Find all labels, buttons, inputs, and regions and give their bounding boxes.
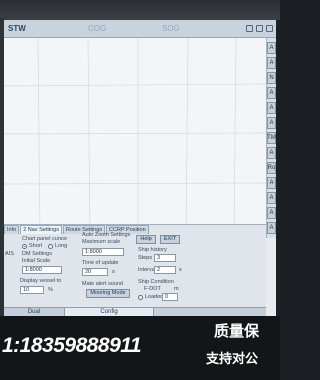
status-icons [240,25,273,32]
time-update-unit: s [112,269,115,275]
toolbar-button[interactable]: A [267,87,276,99]
cursor-short-label: Short [29,243,43,249]
loaded-input[interactable]: 0 [162,293,178,301]
settings-panel: Info 2 Nav Settings Route Settings CCRP … [4,224,266,316]
grid-line [4,83,266,87]
help-button[interactable]: Help [136,235,156,244]
grid-line [87,38,91,236]
ais-label: AIS [5,251,14,257]
draft-unit: m [174,286,179,292]
true-motion-button[interactable]: TM [267,132,276,144]
cursor-long-radio[interactable] [48,244,53,249]
display-screen: STW COG SOG A A N A A A TM A Ro A A A A … [4,20,276,316]
ship-history-label: Ship history [138,247,167,253]
toolbar-button[interactable]: A [267,102,276,114]
toolbar-button[interactable]: A [267,192,276,204]
autozoom-settings-label: Auto Zoom Settings [82,232,131,238]
grid-line [233,38,237,236]
toolbar-button[interactable]: A [267,177,276,189]
exit-button[interactable]: EXIT [160,235,180,244]
interval-unit: s [179,267,182,273]
display-vessel-unit: % [48,287,53,293]
loaded-radio[interactable] [138,295,143,300]
stw-readout: STW [8,24,26,33]
loaded-label: Loaded [145,294,164,300]
cursor-short-radio[interactable] [22,244,27,249]
grid-line [4,182,266,185]
route-button[interactable]: Ro [267,162,276,174]
mate-alert-label: Mate alert sound [82,281,123,287]
toolbar-button[interactable]: A [267,117,276,129]
toolbar-button[interactable]: A [267,222,276,234]
status-bar: STW COG SOG [4,20,276,38]
bottom-tab-bar: Dual Config [4,307,266,316]
mooring-mode-button[interactable]: Mooring Mode [86,289,130,298]
initial-scale-label: Initial Scale [22,258,51,264]
initial-scale-select[interactable]: 1:8000 [22,266,62,274]
monitor-bezel-top [0,0,280,20]
steps-label: Steps [138,255,153,261]
toolbar-button[interactable]: A [267,57,276,69]
display-vessel-label: Display vessel to [20,278,62,284]
display-vessel-input[interactable]: 10 [20,286,44,294]
tab-dual[interactable]: Dual [4,308,64,316]
ship-condition-label: Ship Condition [138,279,174,285]
toolbar-button[interactable]: A [267,207,276,219]
promo-text-support: 支持对公 [206,351,259,366]
tab-info[interactable]: Info [4,225,20,234]
time-update-label: Time of update [82,260,119,266]
north-button[interactable]: N [267,72,276,84]
tab-config[interactable]: Config [64,308,154,316]
grid-line [185,38,189,236]
chart-display[interactable] [4,38,266,236]
cursor-long-label: Long [55,243,68,249]
draft-label: F-DOT [144,286,161,292]
promo-phone-number: 1:18359888911 [2,334,142,357]
grid-line [37,38,41,236]
time-update-input[interactable]: 20 [82,268,108,276]
menu-icon[interactable] [246,25,253,32]
cog-readout: COG [88,24,107,33]
steps-input[interactable]: 3 [154,254,176,262]
toolbar-button[interactable]: A [267,147,276,159]
promo-text-quality: 质量保 [214,323,260,340]
toolbar-button[interactable]: A [267,42,276,54]
chart-grid [4,38,266,236]
interval-input[interactable]: 2 [154,266,176,274]
right-toolbar: A A N A A A TM A Ro A A A A [266,38,276,238]
chart-panel-cursor-label: Chart panel cursor [22,236,68,242]
sog-readout: SOG [162,24,180,33]
dm-settings-label: DM Settings [22,251,52,257]
max-scale-label: Maximum scale [82,239,121,245]
tab-nav-settings[interactable]: 2 Nav Settings [20,225,62,234]
max-scale-select[interactable]: 1:8000 [82,248,124,256]
grid-line [4,132,266,135]
settings-icon[interactable] [266,25,273,32]
window-icon[interactable] [256,25,263,32]
